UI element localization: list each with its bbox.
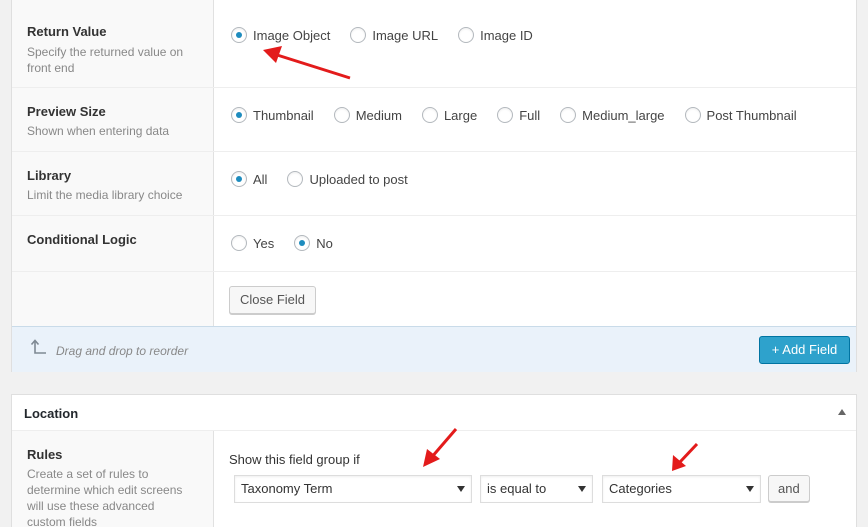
preview-size-label: Preview Size: [27, 104, 106, 119]
drag-reorder-icon: [30, 339, 46, 354]
location-panel: Location Rules Create a set of rules to …: [11, 394, 857, 527]
collapse-toggle-icon[interactable]: [838, 409, 846, 415]
radio-icon[interactable]: [231, 171, 247, 187]
rule-value-select[interactable]: Categories: [602, 475, 761, 503]
radio-icon[interactable]: [294, 235, 311, 251]
preview-size-desc: Shown when entering data: [27, 124, 170, 138]
radio-icon[interactable]: [458, 27, 475, 43]
library-option-all[interactable]: All: [231, 171, 267, 187]
radio-icon[interactable]: [497, 107, 514, 123]
return-value-option-image-object[interactable]: Image Object: [231, 27, 330, 43]
radio-icon[interactable]: [333, 107, 350, 123]
preview-size-option-thumbnail[interactable]: Thumbnail: [231, 107, 314, 123]
library-desc: Limit the media library choice: [27, 188, 183, 202]
radio-icon[interactable]: [350, 27, 367, 43]
rule-operator-select[interactable]: is equal to: [480, 475, 593, 503]
radio-icon[interactable]: [231, 107, 247, 123]
preview-size-label-col: Preview Size Shown when entering data: [12, 88, 214, 151]
fields-footer: Drag and drop to reorder + Add Field: [12, 326, 856, 372]
rules-label: Rules: [27, 447, 63, 462]
radio-icon[interactable]: [560, 107, 577, 123]
library-label-col: Library Limit the media library choice: [12, 152, 214, 215]
chevron-down-icon: [457, 486, 465, 492]
preview-size-option-full[interactable]: Full: [497, 107, 540, 123]
chevron-down-icon: [578, 486, 586, 492]
preview-size-option-large[interactable]: Large: [421, 107, 477, 123]
return-value-options: Image Object Image URL Image ID: [231, 27, 553, 43]
location-title: Location: [24, 406, 79, 421]
location-body: Rules Create a set of rules to determine…: [12, 431, 856, 527]
conditional-logic-label-col: Conditional Logic: [12, 216, 214, 271]
conditional-logic-option-no[interactable]: No: [294, 235, 333, 251]
return-value-label: Return Value: [27, 24, 107, 39]
rules-desc: Create a set of rules to determine which…: [27, 467, 183, 527]
preview-size-row: Preview Size Shown when entering data Th…: [12, 88, 856, 152]
radio-icon[interactable]: [684, 107, 701, 123]
return-value-option-image-url[interactable]: Image URL: [350, 27, 438, 43]
rules-label-col: Rules Create a set of rules to determine…: [12, 431, 214, 527]
radio-icon[interactable]: [231, 27, 247, 43]
return-value-row: Return Value Specify the returned value …: [12, 0, 856, 88]
radio-icon[interactable]: [231, 235, 247, 251]
chevron-down-icon: [746, 486, 754, 492]
conditional-logic-options: Yes No: [231, 235, 353, 251]
return-value-desc: Specify the returned value on front end: [27, 45, 184, 75]
preview-size-option-medium[interactable]: Medium: [333, 107, 402, 123]
return-value-label-col: Return Value Specify the returned value …: [12, 0, 214, 87]
close-field-button[interactable]: Close Field: [229, 286, 317, 314]
location-header[interactable]: Location: [12, 395, 856, 431]
drag-reorder-text: Drag and drop to reorder: [56, 344, 189, 358]
close-field-label-col: [12, 272, 214, 326]
radio-icon[interactable]: [287, 171, 304, 187]
add-field-button[interactable]: + Add Field: [759, 336, 850, 364]
preview-size-option-post-thumbnail[interactable]: Post Thumbnail: [684, 107, 797, 123]
library-label: Library: [27, 168, 72, 183]
preview-size-options: Thumbnail Medium Large Full Medium_large…: [231, 107, 817, 123]
rule-param-select[interactable]: Taxonomy Term: [234, 475, 472, 503]
return-value-option-image-id[interactable]: Image ID: [458, 27, 533, 43]
library-row: Library Limit the media library choice A…: [12, 152, 856, 216]
radio-icon[interactable]: [421, 107, 438, 123]
conditional-logic-option-yes[interactable]: Yes: [231, 235, 274, 251]
close-field-row: Close Field: [12, 272, 856, 326]
preview-size-option-medium-large[interactable]: Medium_large: [560, 107, 665, 123]
library-options: All Uploaded to post: [231, 171, 428, 187]
and-rule-button[interactable]: and: [768, 475, 810, 502]
field-settings-panel: Return Value Specify the returned value …: [11, 0, 857, 372]
conditional-logic-row: Conditional Logic Yes No: [12, 216, 856, 272]
conditional-logic-label: Conditional Logic: [27, 232, 137, 247]
show-field-group-if-label: Show this field group if: [229, 452, 360, 467]
library-option-uploaded-to-post[interactable]: Uploaded to post: [287, 171, 408, 187]
